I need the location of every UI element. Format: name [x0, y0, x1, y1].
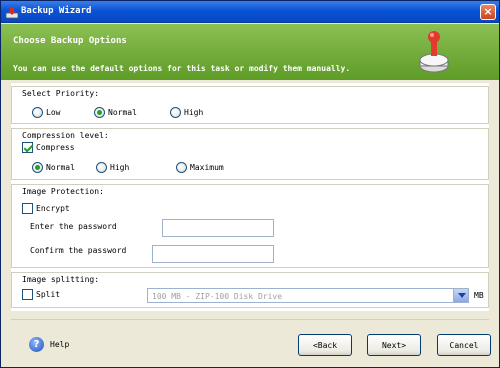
- encrypt-checkbox[interactable]: Encrypt: [22, 203, 70, 214]
- radio-label: Maximum: [190, 163, 224, 172]
- compression-group: Compression level: Compress Normal High …: [11, 128, 489, 180]
- backup-wizard-window: Backup Wizard × Choose Backup Options Yo…: [0, 0, 500, 368]
- backup-app-icon: [5, 7, 19, 19]
- priority-caption: Select Priority:: [22, 89, 100, 98]
- compression-caption: Compression level:: [22, 131, 109, 140]
- image-protection-group: Image Protection: Encrypt Enter the pass…: [11, 184, 489, 268]
- radio-indicator: [96, 162, 107, 173]
- radio-label: Low: [46, 108, 61, 117]
- priority-high-radio[interactable]: High: [170, 107, 203, 118]
- help-label: Help: [50, 340, 70, 349]
- close-button[interactable]: ×: [480, 4, 496, 20]
- next-button[interactable]: Next>: [367, 334, 421, 356]
- split-checkbox[interactable]: Split: [22, 289, 60, 300]
- radio-indicator: [170, 107, 181, 118]
- split-size-value: 100 MB - ZIP-100 Disk Drive: [152, 292, 283, 301]
- help-link[interactable]: ? Help: [29, 337, 69, 352]
- password-label: Enter the password: [30, 222, 117, 231]
- compression-maximum-radio[interactable]: Maximum: [176, 162, 224, 173]
- wizard-header-banner: Choose Backup Options You can use the de…: [1, 24, 499, 80]
- radio-indicator: [32, 162, 43, 173]
- title-bar[interactable]: Backup Wizard ×: [1, 1, 499, 23]
- step-heading: Choose Backup Options: [13, 36, 127, 46]
- password-field[interactable]: [162, 219, 274, 237]
- step-description: You can use the default options for this…: [13, 64, 351, 73]
- confirm-password-field[interactable]: [152, 245, 274, 263]
- protection-caption: Image Protection:: [22, 187, 104, 196]
- split-size-unit: MB: [474, 291, 484, 300]
- priority-group: Select Priority: Low Normal High: [11, 86, 489, 124]
- splitting-caption: Image splitting:: [22, 275, 100, 284]
- checkbox-indicator: [22, 289, 33, 300]
- priority-low-radio[interactable]: Low: [32, 107, 60, 118]
- radio-label: High: [184, 108, 204, 117]
- radio-indicator: [176, 162, 187, 173]
- checkbox-label: Split: [36, 290, 61, 299]
- cancel-button[interactable]: Cancel: [437, 334, 491, 356]
- chevron-down-icon[interactable]: [453, 289, 468, 302]
- help-icon: ?: [29, 337, 44, 352]
- backup-logo-icon: [419, 31, 449, 73]
- compression-high-radio[interactable]: High: [96, 162, 129, 173]
- checkbox-indicator: [22, 142, 33, 153]
- radio-label: Normal: [108, 108, 137, 117]
- split-size-dropdown[interactable]: 100 MB - ZIP-100 Disk Drive: [147, 288, 469, 303]
- compression-normal-radio[interactable]: Normal: [32, 162, 75, 173]
- radio-label: High: [110, 163, 130, 172]
- confirm-password-label: Confirm the password: [30, 246, 127, 255]
- checkbox-indicator: [22, 203, 33, 214]
- checkbox-label: Compress: [36, 143, 75, 152]
- image-splitting-group: Image splitting: Split 100 MB - ZIP-100 …: [11, 272, 489, 308]
- compress-checkbox[interactable]: Compress: [22, 142, 75, 153]
- radio-indicator: [32, 107, 43, 118]
- footer-divider: [11, 319, 489, 320]
- checkbox-label: Encrypt: [36, 204, 70, 213]
- radio-indicator: [94, 107, 105, 118]
- window-title: Backup Wizard: [21, 6, 92, 16]
- priority-normal-radio[interactable]: Normal: [94, 107, 137, 118]
- back-button[interactable]: <Back: [298, 334, 352, 356]
- radio-label: Normal: [46, 163, 75, 172]
